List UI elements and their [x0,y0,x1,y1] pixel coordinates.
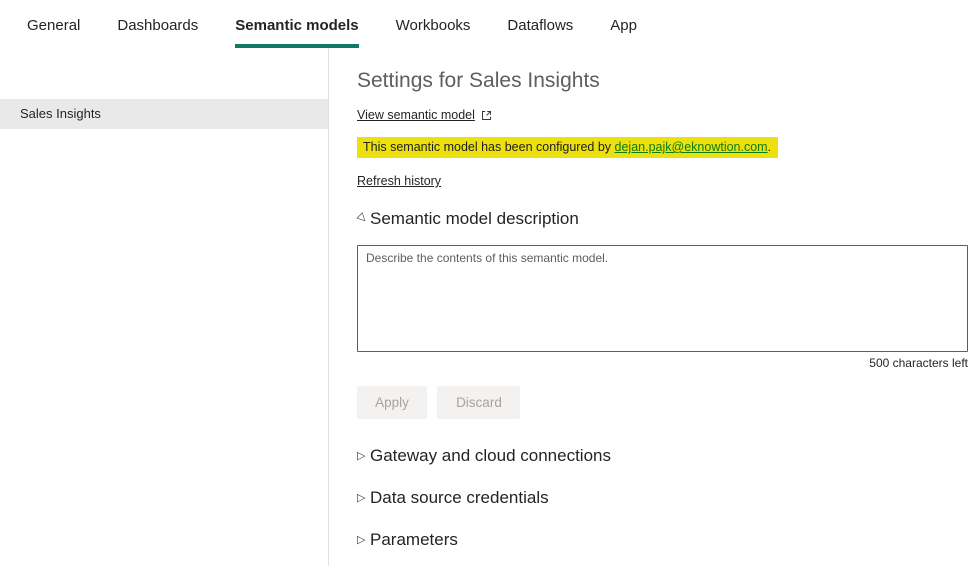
configured-note-highlight: This semantic model has been configured … [357,137,779,158]
section-title: Data source credentials [370,488,549,507]
section-parameters[interactable]: ▷ Parameters [357,529,968,551]
collapsed-sections: ▷ Gateway and cloud connections ▷ Data s… [357,445,968,551]
configured-by-email-link[interactable]: dejan.pajk@eknowtion.com [615,140,768,154]
refresh-history-link[interactable]: Refresh history [357,174,441,188]
page-title: Settings for Sales Insights [357,69,600,92]
content-area: Sales Insights Settings for Sales Insigh… [0,48,979,566]
configured-note-period: . [767,140,772,154]
semantic-model-list-sidebar: Sales Insights [0,48,329,566]
refresh-history-row: Refresh history [357,172,968,190]
section-gateway-and-cloud-connections[interactable]: ▷ Gateway and cloud connections [357,445,968,467]
section-title: Gateway and cloud connections [370,446,611,465]
tab-general[interactable]: General [27,16,80,48]
description-textarea[interactable] [357,245,968,352]
apply-button[interactable]: Apply [357,386,427,419]
top-tab-bar: General Dashboards Semantic models Workb… [0,0,979,48]
tab-dashboards[interactable]: Dashboards [117,16,198,48]
settings-pane: Settings for Sales Insights View semanti… [329,48,979,566]
tab-app[interactable]: App [610,16,637,48]
section-title: Parameters [370,530,458,549]
tab-dataflows[interactable]: Dataflows [507,16,573,48]
description-actions: Apply Discard [357,386,968,419]
configured-note-row: This semantic model has been configured … [357,137,968,158]
section-data-source-credentials[interactable]: ▷ Data source credentials [357,487,968,509]
sidebar-item-sales-insights[interactable]: Sales Insights [0,99,328,129]
view-semantic-model-row: View semantic model [357,108,968,122]
tab-semantic-models[interactable]: Semantic models [235,16,359,48]
view-semantic-model-link[interactable]: View semantic model [357,108,475,122]
section-title: Semantic model description [370,209,579,228]
triangle-collapsed-icon: ▷ [357,449,366,462]
characters-left-label: 500 characters left [869,356,968,370]
triangle-collapsed-icon: ▷ [357,491,366,504]
configured-note-text: This semantic model has been configured … [363,140,615,154]
external-link-icon [481,110,492,121]
tab-workbooks[interactable]: Workbooks [396,16,471,48]
discard-button[interactable]: Discard [437,386,521,419]
triangle-collapsed-icon: ▷ [357,533,366,546]
section-semantic-model-description[interactable]: ▷ Semantic model description [355,208,968,230]
